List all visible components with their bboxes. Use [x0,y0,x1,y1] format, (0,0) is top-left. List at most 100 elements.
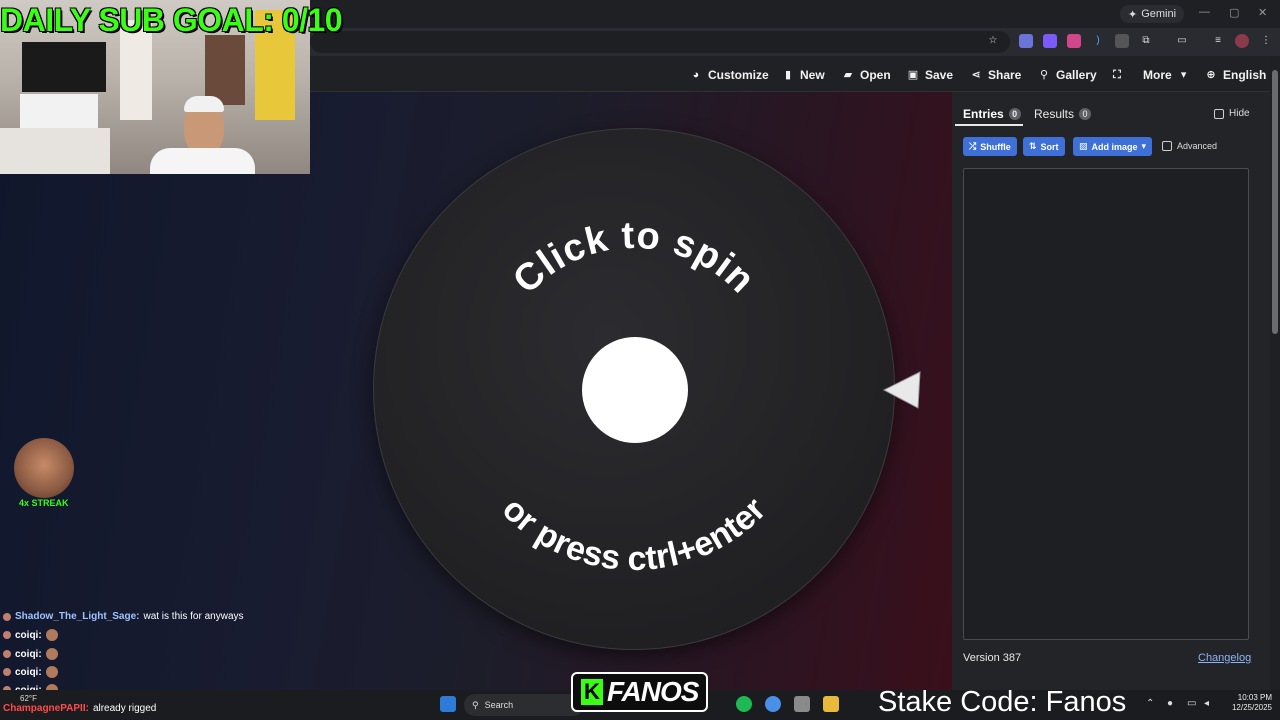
changelog-link[interactable]: Changelog [1198,652,1251,664]
save-icon: ▣ [907,69,919,81]
tray-chevron-icon[interactable]: ⌃ [1146,698,1154,709]
gemini-button[interactable]: ✦ Gemini [1120,5,1185,23]
tab-search-icon[interactable]: ≡ [1211,34,1225,48]
mic-icon[interactable]: ● [1167,698,1173,709]
chat-text: already rigged [92,703,157,714]
add-image-label: Add image [1091,141,1138,152]
audio-extension-icon[interactable]: ) [1091,34,1105,48]
caret-down-icon: ▾ [1141,141,1147,151]
click-to-spin-text: Click to spin [505,215,762,302]
chat-message: Shadow_The_Light_Sage: wat is this for a… [3,611,244,622]
svg-text:Click to spin: Click to spin [505,215,763,302]
extension-icon[interactable] [1019,34,1033,48]
checkbox-icon [1214,108,1224,119]
shirt-shape [150,148,255,174]
shuffle-icon: ⤮ [969,141,977,151]
sort-label: Sort [1040,141,1059,152]
checkbox-icon [1162,141,1172,151]
taskbar-clock[interactable]: 10:03 PM 12/25/2025 [1222,693,1272,713]
gallery-label: Gallery [1056,68,1097,82]
streamer-logo: K FANOS [571,672,709,712]
fullscreen-button[interactable]: ⛶ [1111,67,1123,83]
hide-checkbox[interactable]: Hide [1214,108,1250,119]
volume-icon[interactable]: ◂ [1204,698,1209,709]
url-input[interactable] [310,31,1010,53]
palette-icon: ◕ [692,69,700,81]
file-explorer-icon[interactable] [823,696,839,712]
wheel-hub[interactable] [582,337,688,443]
shuffle-button[interactable]: ⤮ Shuffle [963,137,1017,156]
language-button[interactable]: ⊕ English [1205,67,1266,83]
spotify-icon[interactable] [736,696,752,712]
advanced-label: Advanced [1177,141,1218,151]
tv-shape [22,42,106,92]
screen: ✦ Gemini — ▢ ✕ ☆ ) ⧉ ▭ ≡ ⋮ ◕ Customize ▮… [0,0,1280,720]
results-count-badge: 0 [1079,108,1092,120]
network-icon[interactable]: ▭ [1187,698,1196,709]
share-button[interactable]: ⋖ Share [970,67,1021,83]
tab-results[interactable]: Results 0 [1034,107,1092,121]
search-icon: ⚲ [472,699,479,710]
scrollbar-thumb[interactable] [1272,70,1278,334]
folder-icon: ▰ [843,69,853,81]
chat-message: ChampagnePAPII: already rigged [3,703,156,714]
kebab-menu-icon[interactable]: ⋮ [1259,34,1273,48]
shuffle-label: Shuffle [980,141,1011,152]
clock-date: 12/25/2025 [1231,703,1272,712]
twitch-extension-icon[interactable] [1043,34,1057,48]
profile-avatar[interactable] [1235,34,1249,48]
emote-icon [45,666,58,678]
wheel-pointer-icon [882,371,921,409]
more-button[interactable]: More ▾ [1143,67,1190,83]
gemini-label: Gemini [1141,8,1177,20]
chat-badge-icon [3,612,11,621]
maximize-button[interactable]: ▢ [1229,6,1239,19]
customize-label: Customize [708,68,769,82]
new-label: New [800,68,825,82]
sparkle-icon: ✦ [1128,8,1138,21]
kick-logo-icon: K [581,679,603,705]
clock-time: 10:03 PM [1237,693,1272,702]
press-ctrl-enter-text: or press ctrl+enter [495,490,773,578]
share-label: Share [988,68,1022,82]
minimize-button[interactable]: — [1199,6,1210,18]
entries-textarea[interactable] [963,168,1249,640]
chrome-icon[interactable] [765,696,781,712]
gallery-button[interactable]: ⚲ Gallery [1038,67,1097,83]
tab-results-label: Results [1034,107,1075,121]
version-text: Version 387 [963,652,1022,664]
add-image-button[interactable]: ▨ Add image ▾ [1073,137,1153,156]
emote-icon [45,648,58,660]
new-button[interactable]: ▮ New [782,67,825,83]
save-button[interactable]: ▣ Save [907,67,953,83]
more-label: More [1143,68,1172,82]
entries-count-badge: 0 [1008,108,1021,120]
taskbar-search[interactable]: ⚲ Search [464,694,584,716]
tab-entries-label: Entries [963,107,1004,121]
chat-username: coiqi: [15,648,42,660]
bookmark-star-icon[interactable]: ☆ [986,34,1000,48]
open-button[interactable]: ▰ Open [842,67,891,83]
cast-icon[interactable]: ▭ [1175,34,1189,48]
windows-start-icon[interactable] [440,696,456,712]
weather-text: 62°F [20,694,37,703]
extension-icon[interactable] [1115,34,1129,48]
language-label: English [1223,68,1267,82]
sub-goal-text: DAILY SUB GOAL: 0/10 [0,2,343,38]
chat-text: wat is this for anyways [143,611,244,622]
shield-extension-icon[interactable] [1067,34,1081,48]
search-label: Search [484,700,514,710]
image-icon: ▨ [1079,141,1088,151]
hide-label: Hide [1229,108,1250,119]
stake-code-text: Stake Code: Fanos [878,686,1127,718]
close-button[interactable]: ✕ [1258,6,1267,19]
sort-icon: ⇅ [1029,141,1037,151]
customize-button[interactable]: ◕ Customize [690,67,769,83]
advanced-checkbox[interactable]: Advanced [1162,141,1217,151]
chat-username: ChampagnePAPII: [3,703,89,714]
chat-badge-icon [3,631,11,639]
puzzle-icon[interactable]: ⧉ [1139,34,1153,48]
app-icon[interactable] [794,696,810,712]
tab-entries[interactable]: Entries 0 [963,107,1021,121]
sort-button[interactable]: ⇅ Sort [1023,137,1065,156]
